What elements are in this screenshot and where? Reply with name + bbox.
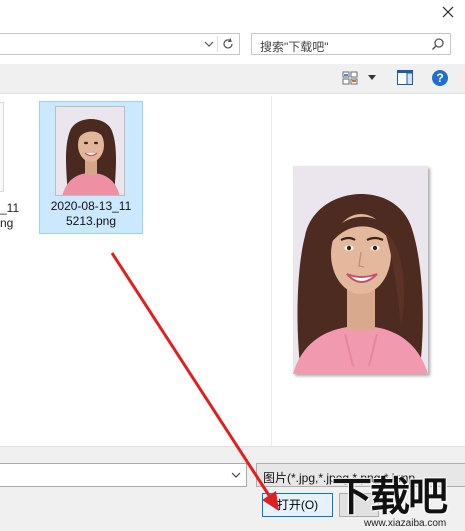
view-options-icon[interactable] [342, 71, 358, 85]
help-icon[interactable]: ? [432, 70, 448, 86]
refresh-icon[interactable] [221, 37, 235, 51]
file-item-label: 2020-08-13_11 5213.png [40, 199, 142, 229]
file-name-field[interactable] [0, 463, 247, 487]
partial-file-label-line: ng [0, 216, 14, 230]
chevron-down-icon[interactable] [230, 469, 242, 481]
view-dropdown-icon[interactable] [368, 75, 376, 81]
partial-file-label-line: _11 [0, 201, 20, 215]
preview-pane-icon[interactable] [397, 70, 413, 85]
search-icon[interactable] [431, 37, 445, 51]
file-name-line: 2020-08-13_11 [50, 199, 132, 213]
file-name-line: 5213.png [65, 214, 117, 228]
chevron-down-icon[interactable] [203, 37, 215, 51]
command-bar [0, 64, 465, 94]
address-bar[interactable] [0, 33, 240, 55]
file-item-selected[interactable]: 2020-08-13_11 5213.png [39, 101, 143, 234]
close-icon[interactable] [440, 4, 456, 20]
search-placeholder: 搜索"下载吧" [260, 40, 329, 54]
preview-image [293, 166, 428, 374]
watermark-url: www.xiazaiba.com [364, 518, 447, 529]
watermark-logo: 下载吧 www.xiazaiba.com [330, 474, 465, 531]
address-divider [217, 36, 218, 52]
open-button[interactable]: 打开(O) [262, 493, 333, 517]
partial-file-thumbnail[interactable] [0, 102, 4, 192]
watermark-logo-text: 下载吧 [332, 474, 448, 520]
preview-divider[interactable] [271, 96, 272, 446]
file-thumbnail-image [55, 106, 125, 196]
search-input[interactable]: 搜索"下载吧" [251, 33, 451, 55]
partial-file-label[interactable]: _11 ng [0, 201, 19, 231]
